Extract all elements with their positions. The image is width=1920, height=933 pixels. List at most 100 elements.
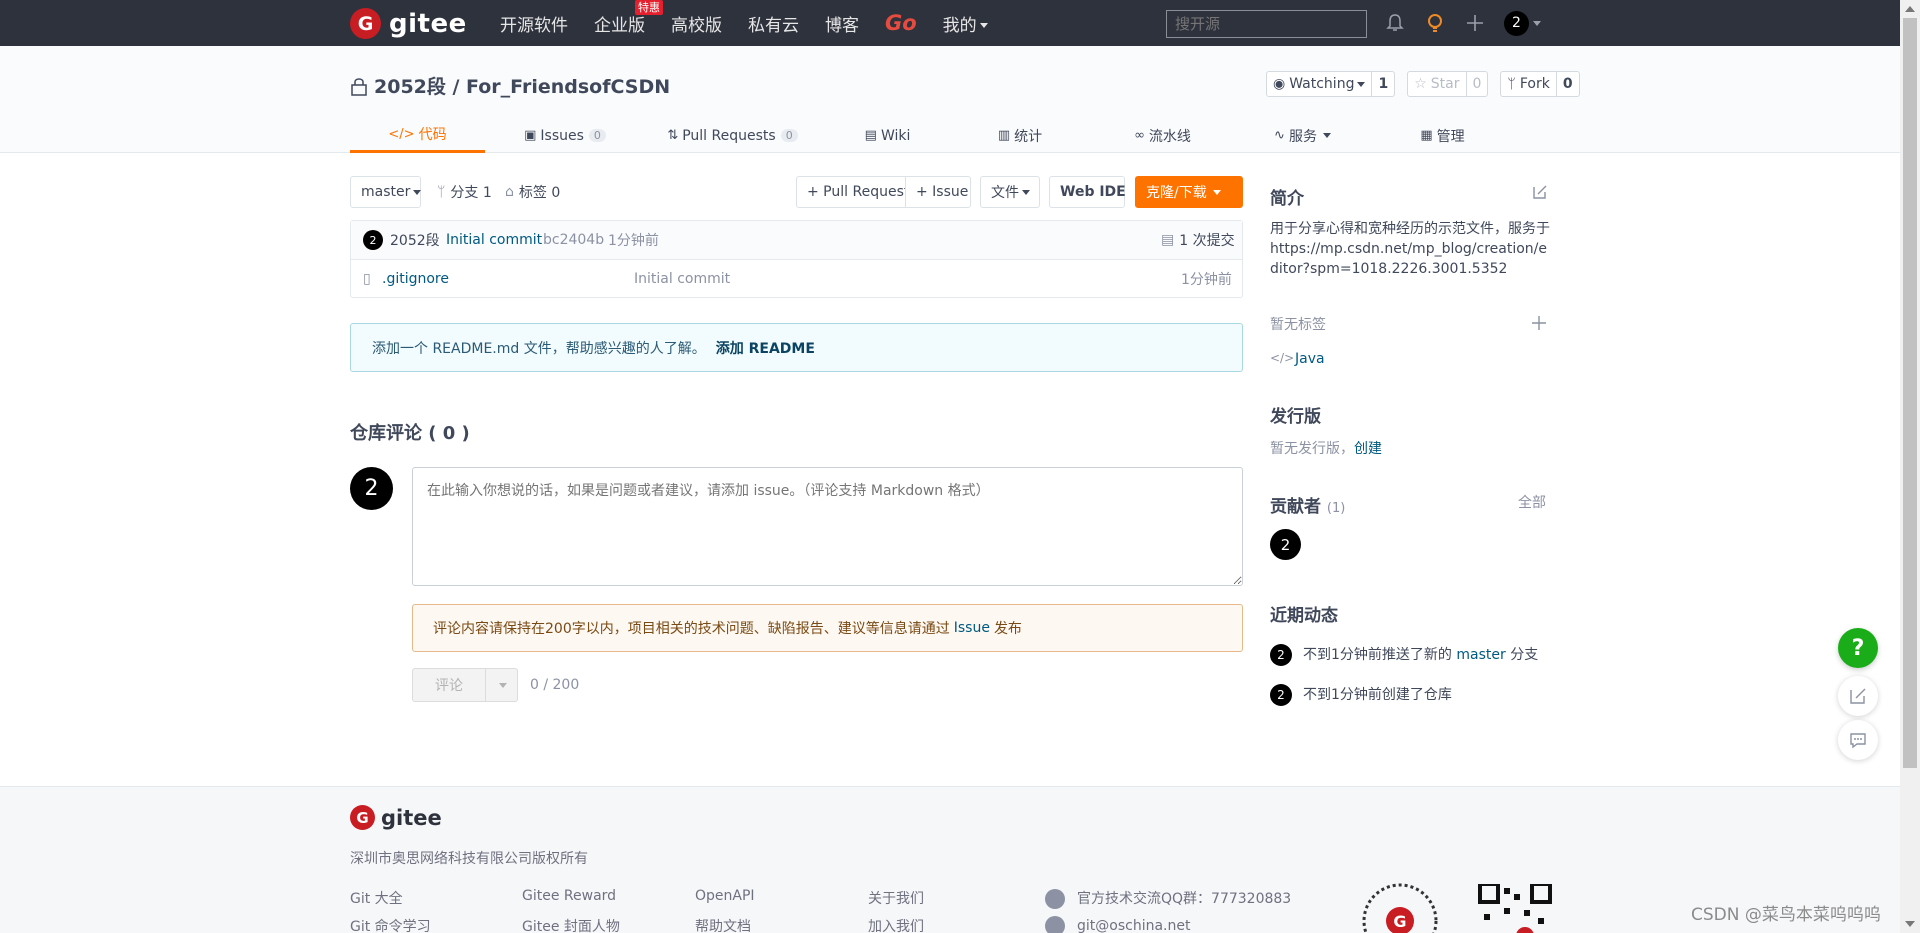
language-link[interactable]: Java: [1295, 351, 1325, 367]
commit-count-link[interactable]: ▤ 1 次提交: [1161, 221, 1235, 259]
footer-link[interactable]: Git 命令学习: [350, 916, 431, 933]
nav-mine[interactable]: 我的: [943, 11, 988, 36]
add-tag-icon[interactable]: [1532, 316, 1546, 330]
star-count[interactable]: 0: [1467, 72, 1488, 96]
comment-warning: 评论内容请保持在200字以内，项目相关的技术问题、缺陷报告、建议等信息请通过 I…: [412, 604, 1243, 652]
footer-qq-text: 官方技术交流QQ群：777320883: [1077, 891, 1292, 907]
chat-icon: [1850, 733, 1866, 749]
scroll-down-arrow[interactable]: [1905, 921, 1915, 927]
help-button[interactable]: ?: [1838, 628, 1878, 668]
new-pull-request-button[interactable]: + Pull Request: [796, 176, 909, 208]
commit-author[interactable]: 2052段: [390, 221, 440, 259]
gitee-logo-icon: G: [350, 805, 375, 830]
footer-link[interactable]: 加入我们: [868, 916, 924, 933]
tags-label: 标签 0: [518, 185, 561, 201]
new-issue-button[interactable]: + Issue: [905, 176, 971, 208]
file-commit-message[interactable]: Initial commit: [634, 260, 730, 298]
footer-link[interactable]: OpenAPI: [695, 888, 755, 904]
footer-email-text[interactable]: git@oschina.net: [1077, 918, 1190, 933]
repo-title-text[interactable]: 2052段 / For_FriendsofCSDN: [374, 72, 670, 99]
branch-select[interactable]: master: [350, 176, 422, 208]
feedback-button[interactable]: [1838, 676, 1878, 716]
commit-message[interactable]: Initial commit: [446, 221, 542, 259]
activity-avatar[interactable]: 2: [1270, 684, 1292, 706]
comments-title: 仓库评论 ( 0 ): [350, 423, 470, 444]
tab-wiki-label: Wiki: [880, 127, 911, 144]
nav-open-source[interactable]: 开源软件: [500, 11, 568, 36]
footer-link[interactable]: Gitee Reward: [522, 888, 616, 904]
issue-link[interactable]: Issue: [954, 620, 990, 636]
tab-issues[interactable]: ▣ Issues 0: [485, 118, 645, 153]
comment-user-avatar[interactable]: 2: [350, 467, 393, 510]
footer-logo[interactable]: G gitee: [350, 805, 442, 830]
chevron-down-icon: [1022, 189, 1030, 195]
comment-char-count: 0 / 200: [530, 677, 580, 693]
activity-avatar[interactable]: 2: [1270, 644, 1292, 666]
file-menu-button[interactable]: 文件: [980, 176, 1040, 208]
tab-code[interactable]: </> 代码: [350, 118, 485, 153]
activity-branch-link[interactable]: master: [1456, 647, 1505, 663]
footer-link[interactable]: 帮助文档: [695, 916, 751, 933]
comment-submit-button[interactable]: 评论: [412, 668, 486, 702]
clone-download-button[interactable]: 克隆/下载: [1135, 176, 1243, 208]
contributor-avatar[interactable]: 2: [1270, 529, 1301, 560]
top-icons: 2: [1384, 0, 1541, 46]
watch-button[interactable]: ◉ Watching 1: [1266, 71, 1396, 97]
nav-go[interactable]: Go: [885, 11, 917, 35]
tab-stats[interactable]: ▥ 统计: [955, 118, 1085, 153]
create-release-link[interactable]: 创建: [1354, 441, 1382, 457]
scroll-thumb[interactable]: [1903, 18, 1917, 768]
contributors-all-link[interactable]: 全部: [1518, 492, 1546, 512]
add-readme-link[interactable]: 添加 README: [716, 338, 815, 358]
chat-button[interactable]: [1838, 720, 1878, 760]
star-label: Star: [1430, 76, 1460, 92]
user-avatar[interactable]: 2: [1504, 10, 1529, 36]
chevron-down-icon[interactable]: [1533, 20, 1541, 26]
branches-label: 分支 1: [450, 185, 492, 201]
star-button[interactable]: ☆ Star 0: [1407, 71, 1489, 97]
nav-enterprise[interactable]: 企业版 特惠: [594, 0, 663, 36]
watch-count[interactable]: 1: [1372, 72, 1394, 96]
nav-blog[interactable]: 博客: [825, 11, 859, 36]
mail-icon: [1045, 916, 1065, 933]
nav-private-cloud[interactable]: 私有云: [748, 11, 799, 36]
comment-submit-group: 评论: [412, 668, 518, 702]
vertical-scrollbar[interactable]: [1900, 0, 1920, 933]
tab-issues-count: 0: [588, 129, 606, 142]
nav-mine-label: 我的: [942, 15, 977, 36]
footer-link[interactable]: Gitee 封面人物: [522, 916, 620, 933]
gitee-logo[interactable]: G gitee: [350, 8, 467, 39]
commit-author-avatar[interactable]: 2: [363, 230, 383, 250]
tab-services[interactable]: ∿ 服务: [1240, 118, 1365, 153]
branches-link[interactable]: ᛘ 分支 1: [437, 176, 492, 208]
bell-icon[interactable]: [1384, 12, 1406, 34]
comment-textarea[interactable]: [412, 467, 1243, 586]
tab-pr-count: 0: [780, 129, 798, 142]
search-input[interactable]: [1166, 10, 1367, 38]
fork-button[interactable]: ᛘ Fork 0: [1500, 71, 1580, 97]
tab-pipeline-label: 流水线: [1148, 128, 1191, 145]
comment-options-button[interactable]: [486, 668, 518, 702]
footer-email: git@oschina.net: [1045, 916, 1190, 933]
tab-pull-requests[interactable]: ⇅ Pull Requests 0: [645, 118, 820, 153]
scroll-up-arrow[interactable]: [1905, 6, 1915, 12]
tab-pipeline[interactable]: ∞ 流水线: [1085, 118, 1240, 153]
web-ide-button[interactable]: Web IDE: [1049, 176, 1126, 208]
edit-icon[interactable]: [1532, 184, 1548, 200]
latest-commit-row: 2 2052段 Initial commit bc2404b 1分钟前 ▤ 1 次…: [351, 221, 1242, 260]
lightbulb-icon[interactable]: [1424, 12, 1446, 34]
commit-time: 1分钟前: [608, 233, 659, 249]
wechat-qr-icon: G: [1362, 883, 1438, 933]
tab-wiki[interactable]: ▤ Wiki: [820, 118, 955, 153]
commit-hash[interactable]: bc2404b: [543, 221, 604, 259]
tab-manage[interactable]: ▦ 管理: [1365, 118, 1520, 153]
fork-count[interactable]: 0: [1557, 72, 1579, 96]
contributors-count: (1): [1326, 501, 1346, 516]
tags-link[interactable]: ⌂ 标签 0: [505, 176, 560, 208]
footer-link[interactable]: Git 大全: [350, 888, 403, 908]
file-name[interactable]: .gitignore: [382, 260, 449, 298]
nav-education[interactable]: 高校版: [671, 11, 722, 36]
footer-link[interactable]: 关于我们: [868, 888, 924, 908]
plus-icon[interactable]: [1464, 12, 1486, 34]
intro-url[interactable]: https://mp.csdn.net/mp_blog/creation/edi…: [1270, 241, 1547, 277]
